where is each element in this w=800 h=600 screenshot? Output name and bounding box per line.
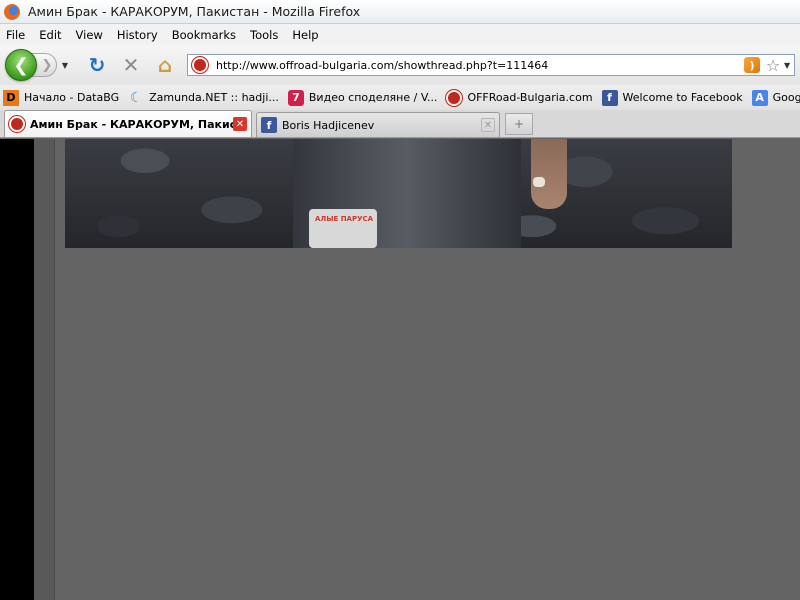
- bookmark-databg[interactable]: D Начало - DataBG: [3, 89, 120, 106]
- new-tab-button[interactable]: +: [505, 113, 533, 135]
- tab-close-icon[interactable]: ✕: [481, 118, 495, 132]
- navigation-toolbar: ❮ ❯ ▼ ↻ ✕ ⌂ http://www.offroad-bulgaria.…: [0, 45, 800, 85]
- tab-amin-brak[interactable]: Амин Брак - КАРАКОРУМ, Пакис... ✕: [4, 110, 252, 137]
- databg-icon: D: [3, 89, 19, 106]
- menu-edit[interactable]: Edit: [39, 28, 61, 42]
- photo-patch-text: АЛЫЕ ПАРУСА: [315, 215, 374, 223]
- stop-button[interactable]: ✕: [119, 53, 143, 77]
- bookmark-label: Welcome to Facebook: [622, 91, 743, 104]
- menu-help[interactable]: Help: [292, 28, 318, 42]
- page-content: АЛЫЕ ПАРУСА: [0, 139, 800, 600]
- window-title: Амин Брак - КАРАКОРУМ, Пакистан - Mozill…: [28, 4, 361, 19]
- tab-bar: Амин Брак - КАРАКОРУМ, Пакис... ✕ f Bori…: [0, 110, 800, 138]
- zamunda-icon: ☾: [129, 89, 143, 106]
- tab-label: Boris Hadjicenev: [282, 118, 375, 132]
- url-input[interactable]: http://www.offroad-bulgaria.com/showthre…: [216, 59, 744, 72]
- photo-hand: [531, 139, 567, 209]
- reload-button[interactable]: ↻: [85, 53, 109, 77]
- plus-icon: +: [513, 117, 525, 131]
- back-button[interactable]: ❮: [5, 49, 37, 81]
- tab-close-icon[interactable]: ✕: [233, 117, 247, 131]
- bookmark-offroad-bulgaria[interactable]: OFFRoad-Bulgaria.com: [446, 89, 593, 106]
- dropdown-arrow-icon: ▼: [61, 60, 69, 70]
- reload-icon: ↻: [88, 53, 106, 77]
- left-border: [0, 139, 34, 600]
- bookmark-label: Начало - DataBG: [24, 91, 120, 104]
- bookmark-video-sharing[interactable]: 7 Видео споделяне / V...: [287, 89, 438, 106]
- menu-history[interactable]: History: [117, 28, 158, 42]
- stop-icon: ✕: [122, 53, 140, 77]
- menu-bookmarks[interactable]: Bookmarks: [172, 28, 236, 42]
- tab-label: Амин Брак - КАРАКОРУМ, Пакис...: [30, 117, 233, 131]
- offroad-bulgaria-icon: [446, 89, 463, 106]
- facebook-icon: f: [601, 89, 618, 106]
- menu-tools[interactable]: Tools: [250, 28, 278, 42]
- karakoram-photo: АЛЫЕ ПАРУСА: [65, 139, 732, 248]
- offroad-favicon-icon: [9, 116, 25, 132]
- video-sharing-icon: 7: [287, 89, 304, 106]
- menu-view[interactable]: View: [76, 28, 103, 42]
- forward-arrow-icon: ❯: [41, 57, 53, 73]
- home-button[interactable]: ⌂: [153, 53, 177, 77]
- left-margin-pane: [34, 139, 55, 600]
- bookmark-zamunda[interactable]: ☾ Zamunda.NET :: hadji...: [128, 90, 279, 106]
- url-bar[interactable]: http://www.offroad-bulgaria.com/showthre…: [187, 54, 795, 76]
- bookmark-google-translate[interactable]: A Google Преводач: [751, 89, 800, 106]
- facebook-favicon-icon: f: [261, 117, 277, 133]
- menu-file[interactable]: File: [6, 28, 25, 42]
- bookmark-label: OFFRoad-Bulgaria.com: [467, 91, 593, 104]
- firefox-icon: [4, 3, 20, 20]
- bookmark-label: Google Преводач: [772, 91, 800, 104]
- home-icon: ⌂: [157, 53, 173, 77]
- bookmarks-toolbar: D Начало - DataBG ☾ Zamunda.NET :: hadji…: [0, 85, 800, 110]
- bookmark-label: Zamunda.NET :: hadji...: [149, 91, 279, 104]
- bookmark-label: Видео споделяне / V...: [308, 91, 438, 104]
- google-translate-icon: A: [751, 89, 768, 106]
- bookmark-star-icon[interactable]: ☆: [764, 56, 782, 75]
- photo-patch: АЛЫЕ ПАРУСА: [309, 209, 377, 248]
- rss-feed-icon[interactable]: ): [744, 57, 760, 73]
- back-arrow-icon: ❮: [13, 54, 29, 76]
- history-dropdown-button[interactable]: ▼: [59, 53, 71, 77]
- photo-bandage: [533, 177, 545, 187]
- tab-boris-hadjicenev[interactable]: f Boris Hadjicenev ✕: [256, 112, 500, 137]
- menu-bar: File Edit View History Bookmarks Tools H…: [0, 24, 800, 45]
- url-dropdown-icon[interactable]: ▼: [784, 61, 794, 70]
- site-favicon-icon[interactable]: [192, 57, 208, 73]
- bookmark-facebook[interactable]: f Welcome to Facebook: [601, 89, 743, 106]
- window-title-bar: Амин Брак - КАРАКОРУМ, Пакистан - Mozill…: [0, 0, 800, 24]
